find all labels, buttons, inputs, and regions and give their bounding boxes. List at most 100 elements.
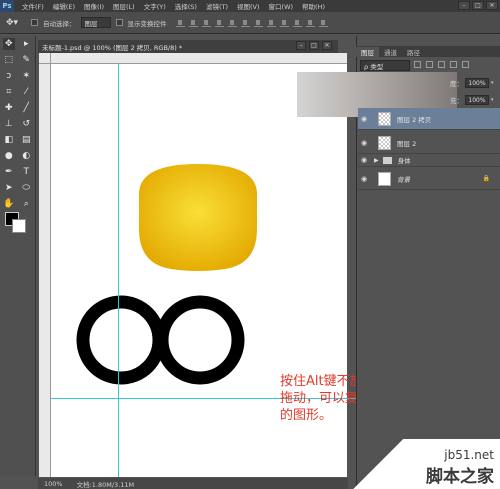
vertical-guide[interactable]	[118, 64, 119, 477]
vertical-ruler[interactable]	[39, 64, 51, 477]
auto-select-checkbox[interactable]	[31, 19, 38, 26]
move-tool-preset-icon[interactable]: ✥▾	[6, 16, 26, 30]
type-tool-icon[interactable]: T	[20, 166, 32, 178]
document-tab[interactable]: 未标题-1.psd @ 100% (图层 2 拷贝, RGB/8) *	[38, 40, 338, 53]
auto-select-dropdown[interactable]: 图层	[80, 17, 111, 28]
layer-row-background[interactable]: ◉ 背景 🔒	[358, 168, 500, 190]
pen-tool-icon[interactable]: ✒	[3, 166, 15, 178]
layer-row-group-body[interactable]: ◉ ▶ 身体	[358, 154, 500, 167]
layer-filter-dropdown[interactable]: ρ 类型	[360, 60, 410, 71]
close-button[interactable]: ✕	[486, 1, 498, 10]
yellow-rounded-shape[interactable]	[139, 164, 257, 271]
quick-select-tool-icon[interactable]: ✎	[20, 54, 32, 66]
eye-icon[interactable]: ◉	[358, 175, 370, 183]
tab-paths[interactable]: 路径	[402, 47, 425, 57]
layer-thumbnail	[378, 111, 391, 126]
black-ring-left[interactable]	[76, 295, 166, 385]
zoom-tool-icon[interactable]: ⌕	[20, 198, 32, 210]
expand-arrow-icon[interactable]: ▶	[374, 157, 379, 164]
layer-row-layer2-copy[interactable]: ◉ 图层 2 拷贝	[358, 108, 500, 130]
ruler-origin[interactable]	[39, 53, 51, 64]
doc-close-button[interactable]: ✕	[322, 41, 332, 50]
type-filter-icon[interactable]	[438, 61, 445, 68]
move-tool-icon[interactable]: ✥	[2, 38, 15, 50]
watermark: jb51.net 脚本之家	[426, 448, 494, 487]
tab-layers[interactable]: 图层	[356, 47, 379, 57]
adjustment-filter-icon[interactable]	[426, 61, 433, 68]
document-info[interactable]: 文档:1.80M/3.11M	[77, 479, 135, 489]
auto-select-label: 自动选择：	[43, 19, 76, 28]
menu-edit[interactable]: 编辑(E)	[53, 1, 75, 11]
doc-maximize-button[interactable]: □	[309, 41, 319, 50]
minimize-button[interactable]: –	[458, 1, 470, 10]
brush-tool-icon[interactable]: ╱	[20, 102, 32, 114]
distribute-right-icon[interactable]	[318, 18, 328, 27]
distribute-vcenter-icon[interactable]	[266, 18, 276, 27]
eye-icon[interactable]: ◉	[358, 139, 370, 147]
align-vcenter-icon[interactable]	[188, 18, 198, 27]
show-transform-label: 显示变换控件	[127, 19, 167, 28]
menu-view[interactable]: 视图(V)	[237, 1, 260, 11]
show-transform-checkbox[interactable]	[115, 19, 123, 26]
smart-object-filter-icon[interactable]	[462, 61, 469, 68]
artboard-tool-icon[interactable]: ▸	[20, 38, 32, 50]
distribute-left-icon[interactable]	[292, 18, 302, 27]
menu-select[interactable]: 选择(S)	[175, 1, 197, 11]
align-bottom-icon[interactable]	[201, 18, 211, 27]
watermark-name: 脚本之家	[426, 467, 494, 487]
blur-tool-icon[interactable]: ●	[3, 150, 15, 162]
menu-file[interactable]: 文件(F)	[22, 1, 44, 11]
opacity-field[interactable]: 100%	[465, 78, 489, 88]
tab-channels[interactable]: 通道	[379, 47, 402, 57]
menu-layer[interactable]: 图层(L)	[113, 1, 135, 11]
layer-row-layer2[interactable]: ◉ 图层 2	[358, 132, 500, 154]
crop-tool-icon[interactable]: ⌗	[3, 86, 15, 98]
menu-help[interactable]: 帮助(H)	[302, 1, 325, 11]
menu-filter[interactable]: 滤镜(T)	[206, 1, 228, 11]
menu-type[interactable]: 文字(Y)	[144, 1, 166, 11]
document-window-controls: – □ ✕	[296, 41, 332, 50]
hand-tool-icon[interactable]: ✋	[3, 198, 15, 210]
lock-icon[interactable]: 🔒	[483, 175, 490, 182]
opacity-arrow-icon[interactable]: ▾	[491, 80, 494, 86]
path-select-tool-icon[interactable]: ➤	[3, 182, 15, 194]
healing-brush-tool-icon[interactable]: ✚	[3, 102, 15, 114]
layer-name: 图层 2 拷贝	[397, 115, 432, 124]
gradient-tool-icon[interactable]: ▤	[20, 134, 32, 146]
zoom-level[interactable]: 100%	[44, 480, 63, 488]
layer-name: 背景	[397, 175, 410, 184]
background-color-swatch[interactable]	[12, 219, 26, 233]
align-left-icon[interactable]	[214, 18, 224, 27]
opacity-label: 度：	[450, 80, 463, 88]
magic-wand-tool-icon[interactable]: ✶	[20, 70, 32, 82]
eye-icon[interactable]: ◉	[358, 156, 370, 164]
fill-field[interactable]: 100%	[465, 95, 489, 105]
menu-window[interactable]: 窗口(W)	[269, 1, 294, 11]
align-hcenter-icon[interactable]	[227, 18, 237, 27]
shape-filter-icon[interactable]	[450, 61, 457, 68]
horizontal-ruler[interactable]	[51, 53, 347, 64]
maximize-button[interactable]: □	[472, 1, 484, 10]
history-brush-tool-icon[interactable]: ↺	[20, 118, 32, 130]
fill-row: 充： 100% ▾	[450, 95, 494, 105]
marquee-tool-icon[interactable]: ⬚	[3, 54, 15, 66]
distribute-top-icon[interactable]	[253, 18, 263, 27]
menu-image[interactable]: 图像(I)	[84, 1, 104, 11]
pixel-filter-icon[interactable]	[414, 61, 421, 68]
eye-icon[interactable]: ◉	[358, 115, 370, 123]
opacity-row: 度： 100% ▾	[450, 78, 494, 88]
eyedropper-tool-icon[interactable]: ⁄	[20, 86, 32, 98]
eraser-tool-icon[interactable]: ◧	[3, 134, 15, 146]
ellipse-tool-icon[interactable]: ⬭	[20, 182, 32, 194]
lasso-tool-icon[interactable]: ↄ	[3, 70, 15, 82]
distribute-hcenter-icon[interactable]	[305, 18, 315, 27]
align-top-icon[interactable]	[175, 18, 185, 27]
fill-arrow-icon[interactable]: ▾	[491, 97, 494, 103]
doc-minimize-button[interactable]: –	[296, 41, 306, 50]
align-buttons	[175, 18, 328, 27]
distribute-bottom-icon[interactable]	[279, 18, 289, 27]
dodge-tool-icon[interactable]: ◐	[20, 150, 32, 162]
align-right-icon[interactable]	[240, 18, 250, 27]
black-ring-right[interactable]	[155, 295, 245, 385]
clone-stamp-tool-icon[interactable]: ⊥	[3, 118, 15, 130]
